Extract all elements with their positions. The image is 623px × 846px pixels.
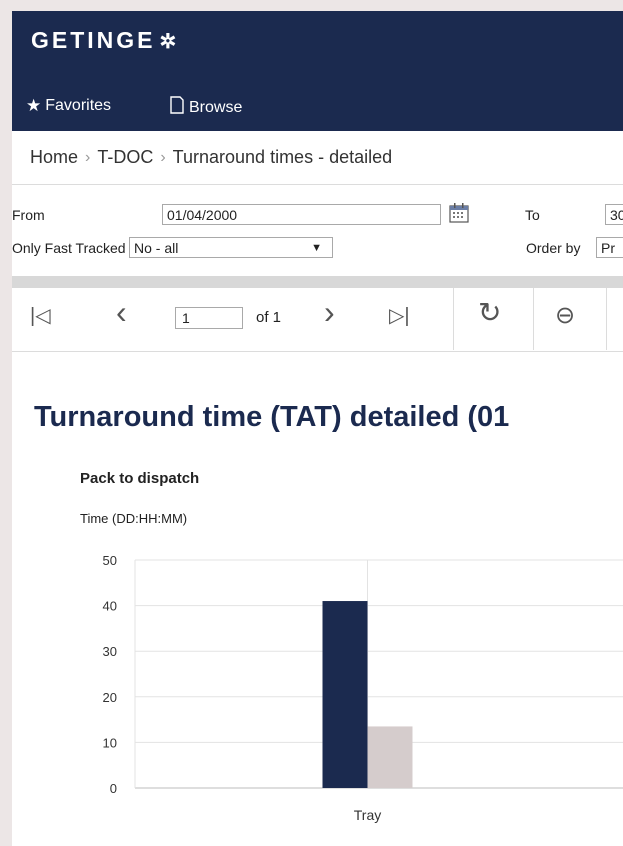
toolbar-divider [453,288,454,350]
y-axis-ticks: 0 10 20 30 40 50 [103,553,117,796]
pack-to-dispatch-chart: 0 10 20 30 40 50 TraySi [103,553,623,823]
fast-tracked-select[interactable]: No - all ▼ [129,237,333,258]
fast-tracked-value: No - all [134,240,179,256]
report-toolbar: |◁ ‹ 1 of 1 › ▷| ↻ ⊖ [12,288,623,352]
breadcrumb-home[interactable]: Home [30,147,78,168]
from-date-input[interactable]: 01/04/2000 [162,204,441,225]
nav-browse-label: Browse [189,99,243,116]
to-label: To [525,207,540,223]
logo-mark-icon: ✲ [159,31,177,53]
getinge-logo[interactable]: GETINGE ✲ [31,25,176,57]
y-axis-title: Time (DD:HH:MM) [80,511,188,526]
report-viewer: GETINGE ✲ ★ Favorites Browse Home › T-DOC… [12,11,623,846]
next-page-icon[interactable]: › [324,296,335,328]
breadcrumb-current: Turnaround times - detailed [172,147,393,167]
dropdown-arrow-icon: ▼ [311,242,322,254]
chevron-right-icon: › [85,148,91,166]
calendar-icon[interactable] [448,202,470,227]
chart-title: Pack to dispatch [80,470,200,487]
document-icon [169,96,185,120]
y-tick-label: 0 [110,781,117,796]
nav-favorites[interactable]: ★ Favorites [26,96,111,116]
bar-tray-series-2 [367,726,413,788]
y-tick-label: 10 [103,735,117,750]
last-page-icon[interactable]: ▷| [389,301,410,331]
parameter-panel: From 01/04/2000 To 30 Only Fast Tracked … [12,185,623,277]
x-axis-categories: TraySi [354,807,381,823]
toolbar-divider [533,288,534,350]
breadcrumb-tdoc[interactable]: T-DOC [97,147,153,168]
toolbar-divider [606,288,607,350]
previous-page-icon[interactable]: ‹ [116,296,127,328]
y-tick-label: 50 [103,553,117,568]
back-icon[interactable]: ⊖ [555,301,575,331]
x-category-label: Tray [354,807,381,823]
y-tick-label: 40 [103,599,117,614]
to-date-input[interactable]: 30 [605,204,623,225]
page-number-input[interactable]: 1 [175,307,243,329]
order-by-select[interactable]: Pr [596,237,623,258]
parameter-divider [12,276,623,288]
refresh-icon[interactable]: ↻ [478,298,501,328]
bar-tray-series-1 [322,601,368,788]
nav-favorites-label: Favorites [45,97,112,114]
report-title: Turnaround time (TAT) detailed (01 [34,401,510,433]
y-tick-label: 20 [103,690,117,705]
chevron-right-icon: › [160,148,166,166]
from-label: From [12,207,45,223]
order-by-label: Order by [526,240,581,256]
fast-tracked-label: Only Fast Tracked [12,240,126,256]
y-tick-label: 30 [103,644,117,659]
breadcrumb: Home › T-DOC › Turnaround times - detail… [12,131,623,185]
first-page-icon[interactable]: |◁ [30,301,51,331]
top-bar: GETINGE ✲ ★ Favorites Browse [12,11,623,131]
nav-browse[interactable]: Browse [169,96,242,120]
logo-text: GETINGE [31,27,156,53]
star-icon: ★ [26,96,42,115]
page-count-label: of 1 [256,309,282,326]
